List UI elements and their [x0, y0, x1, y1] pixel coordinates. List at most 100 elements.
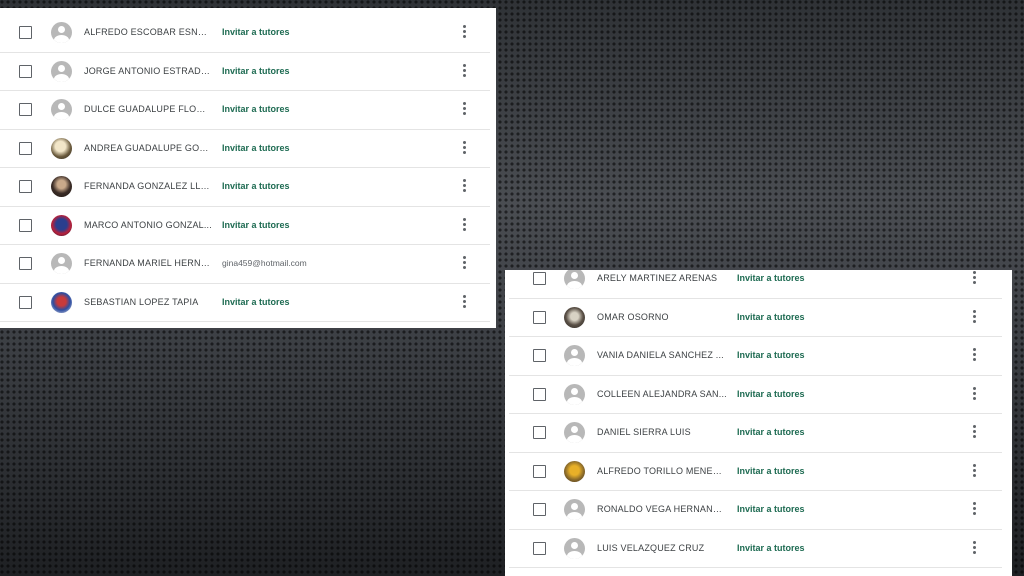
more-vert-icon[interactable]: [462, 217, 466, 234]
invite-guardians-link[interactable]: Invitar a tutores: [222, 143, 290, 153]
row-select-checkbox[interactable]: [533, 349, 546, 362]
more-vert-icon[interactable]: [972, 463, 976, 480]
student-name: OMAR OSORNO: [597, 311, 669, 322]
default-avatar-icon: [51, 253, 72, 274]
default-avatar-icon: [51, 22, 72, 43]
student-row: FERNANDA MARIEL HERNA... gina459@hotmail…: [0, 245, 490, 284]
row-select-checkbox[interactable]: [19, 218, 32, 232]
student-name: LUIS VELAZQUEZ CRUZ: [597, 542, 705, 553]
student-row: ALFREDO TORILLO MENESES Invitar a tutore…: [509, 453, 1002, 491]
student-row: ALFREDO ESCOBAR ESNAU... Invitar a tutor…: [0, 14, 490, 53]
default-avatar-icon: [564, 422, 585, 443]
profile-photo-avatar: [51, 176, 72, 197]
invite-guardians-link[interactable]: Invitar a tutores: [222, 220, 290, 230]
row-select-checkbox[interactable]: [19, 295, 32, 309]
invite-guardians-link[interactable]: Invitar a tutores: [737, 466, 805, 476]
more-vert-icon[interactable]: [462, 179, 466, 195]
student-row: OMAR OSORNO Invitar a tutores: [509, 299, 1002, 337]
student-name: DULCE GUADALUPE FLORE...: [84, 104, 212, 114]
row-select-checkbox[interactable]: [19, 64, 32, 78]
row-select-checkbox[interactable]: [533, 272, 546, 285]
more-vert-icon[interactable]: [462, 140, 466, 157]
more-vert-icon[interactable]: [972, 348, 976, 364]
default-avatar-icon: [564, 345, 585, 366]
student-row: ARELY MARTINEZ ARENAS Invitar a tutores: [509, 270, 1002, 299]
student-row: ANDREA GUADALUPE GOM... Invitar a tutore…: [0, 130, 490, 168]
more-vert-icon[interactable]: [972, 502, 976, 518]
invite-guardians-link[interactable]: Invitar a tutores: [737, 427, 805, 437]
profile-photo-avatar: [564, 306, 585, 328]
student-name: ANDREA GUADALUPE GOM...: [84, 142, 212, 153]
invite-guardians-link[interactable]: Invitar a tutores: [222, 297, 290, 307]
invite-guardians-link[interactable]: Invitar a tutores: [737, 543, 805, 553]
student-name: MARCO ANTONIO GONZAL...: [84, 219, 212, 230]
profile-photo-avatar: [51, 291, 72, 313]
student-name: JORGE ANTONIO ESTRADA ...: [84, 65, 212, 76]
default-avatar-icon: [564, 383, 585, 405]
more-vert-icon[interactable]: [462, 102, 466, 118]
invite-guardians-link[interactable]: Invitar a tutores: [222, 104, 290, 114]
student-row: DANIEL SIERRA LUIS Invitar a tutores: [509, 414, 1002, 453]
invite-guardians-link[interactable]: Invitar a tutores: [737, 350, 805, 360]
student-list-panel-right: ARELY MARTINEZ ARENAS Invitar a tutores …: [505, 270, 1012, 576]
row-select-checkbox[interactable]: [533, 541, 546, 555]
invite-guardians-link[interactable]: Invitar a tutores: [737, 389, 805, 399]
profile-photo-avatar: [564, 460, 585, 482]
row-select-checkbox[interactable]: [533, 387, 546, 401]
more-vert-icon[interactable]: [972, 309, 976, 326]
row-select-checkbox[interactable]: [19, 180, 32, 193]
row-select-checkbox[interactable]: [19, 103, 32, 116]
invite-guardians-link[interactable]: Invitar a tutores: [737, 312, 805, 322]
more-vert-icon[interactable]: [972, 425, 976, 441]
default-avatar-icon: [564, 499, 585, 520]
invite-guardians-link[interactable]: Invitar a tutores: [222, 181, 290, 191]
profile-photo-avatar: [51, 214, 72, 236]
default-avatar-icon: [564, 270, 585, 289]
student-list-panel-left: ALFREDO ESCOBAR ESNAU... Invitar a tutor…: [0, 8, 496, 328]
more-vert-icon[interactable]: [972, 386, 976, 403]
student-row: FERNANDA GONZALEZ LLE... Invitar a tutor…: [0, 168, 490, 207]
invite-guardians-link[interactable]: Invitar a tutores: [737, 273, 805, 283]
row-select-checkbox[interactable]: [533, 310, 546, 324]
student-row: SEBASTIAN LOPEZ TAPIA Invitar a tutores: [0, 284, 490, 322]
more-vert-icon[interactable]: [972, 540, 976, 557]
default-avatar-icon: [51, 99, 72, 120]
row-select-checkbox[interactable]: [19, 257, 32, 270]
row-select-checkbox[interactable]: [19, 141, 32, 155]
default-avatar-icon: [51, 60, 72, 82]
more-vert-icon[interactable]: [462, 256, 466, 272]
student-row: DULCE GUADALUPE FLORE... Invitar a tutor…: [0, 91, 490, 130]
more-vert-icon[interactable]: [972, 271, 976, 287]
student-name: ARELY MARTINEZ ARENAS: [597, 273, 718, 283]
student-name: RONALDO VEGA HERNAND...: [597, 504, 727, 514]
row-select-checkbox[interactable]: [19, 26, 32, 39]
row-select-checkbox[interactable]: [533, 426, 546, 439]
invite-guardians-link[interactable]: Invitar a tutores: [222, 66, 290, 76]
student-list: ALFREDO ESCOBAR ESNAU... Invitar a tutor…: [0, 14, 496, 322]
student-row: VANIA DANIELA SANCHEZ ... Invitar a tuto…: [509, 337, 1002, 376]
student-row: JORGE ANTONIO ESTRADA ... Invitar a tuto…: [0, 53, 490, 91]
student-name: ALFREDO TORILLO MENESES: [597, 465, 727, 476]
row-select-checkbox[interactable]: [533, 464, 546, 478]
invite-guardians-link[interactable]: Invitar a tutores: [222, 27, 290, 37]
student-name: FERNANDA GONZALEZ LLE...: [84, 181, 212, 191]
more-vert-icon[interactable]: [462, 25, 466, 41]
guardian-email: gina459@hotmail.com: [222, 258, 307, 268]
student-name: ALFREDO ESCOBAR ESNAU...: [84, 27, 212, 37]
student-list: ARELY MARTINEZ ARENAS Invitar a tutores …: [505, 270, 1012, 568]
row-select-checkbox[interactable]: [533, 503, 546, 516]
student-row: COLLEEN ALEJANDRA SAN... Invitar a tutor…: [509, 376, 1002, 414]
more-vert-icon[interactable]: [462, 294, 466, 311]
invite-guardians-link[interactable]: Invitar a tutores: [737, 504, 805, 514]
more-vert-icon[interactable]: [462, 63, 466, 80]
profile-photo-avatar: [51, 137, 72, 159]
student-name: DANIEL SIERRA LUIS: [597, 427, 691, 437]
student-name: SEBASTIAN LOPEZ TAPIA: [84, 296, 199, 307]
student-name: FERNANDA MARIEL HERNA...: [84, 258, 212, 268]
default-avatar-icon: [564, 537, 585, 559]
student-name: VANIA DANIELA SANCHEZ ...: [597, 350, 724, 360]
student-row: RONALDO VEGA HERNAND... Invitar a tutore…: [509, 491, 1002, 530]
student-name: COLLEEN ALEJANDRA SAN...: [597, 388, 727, 399]
student-row: MARCO ANTONIO GONZAL... Invitar a tutore…: [0, 207, 490, 245]
student-row: LUIS VELAZQUEZ CRUZ Invitar a tutores: [509, 530, 1002, 568]
